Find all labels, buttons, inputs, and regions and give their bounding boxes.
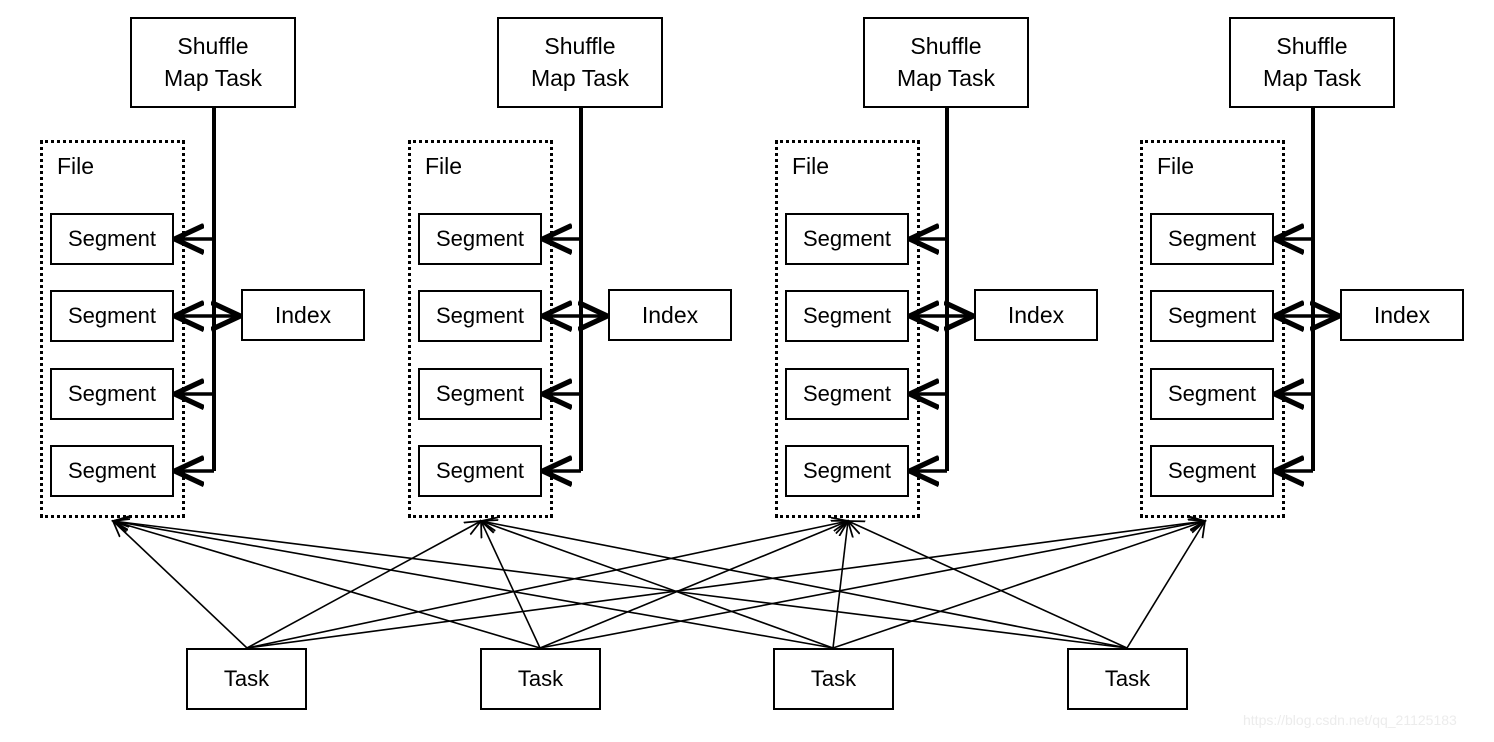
index-box-2[interactable]: Index bbox=[608, 289, 732, 341]
index-label: Index bbox=[641, 301, 699, 328]
segment-box-3-3[interactable]: Segment bbox=[785, 368, 909, 420]
map-task-line-1: Shuffle bbox=[544, 32, 616, 59]
map-task-line-1: Shuffle bbox=[910, 32, 982, 59]
fetch-line-task2-to-file2 bbox=[481, 521, 541, 649]
shuffle-map-task-box-2[interactable]: Shuffle Map Task bbox=[497, 17, 663, 108]
task-box-4[interactable]: Task bbox=[1067, 648, 1188, 710]
map-task-line-2: Map Task bbox=[163, 64, 262, 91]
segment-box-4-4[interactable]: Segment bbox=[1150, 445, 1274, 497]
fetch-line-task3-to-file2 bbox=[481, 521, 834, 649]
map-task-line-2: Map Task bbox=[896, 64, 995, 91]
segment-box-4-2[interactable]: Segment bbox=[1150, 290, 1274, 342]
index-label: Index bbox=[274, 301, 332, 328]
index-box-3[interactable]: Index bbox=[974, 289, 1098, 341]
task-box-1[interactable]: Task bbox=[186, 648, 307, 710]
segment-box-1-2[interactable]: Segment bbox=[50, 290, 174, 342]
fetch-line-task3-to-file3 bbox=[832, 521, 848, 649]
file-label: File bbox=[57, 153, 95, 179]
fetch-line-task1-to-file1 bbox=[113, 521, 248, 649]
index-label: Index bbox=[1007, 301, 1065, 328]
fetch-line-task3-to-file1 bbox=[113, 521, 834, 649]
segment-label: Segment bbox=[67, 303, 157, 328]
fetch-line-task4-to-file2 bbox=[481, 521, 1128, 649]
fetch-line-task2-to-file3 bbox=[539, 521, 848, 649]
segment-label: Segment bbox=[1167, 458, 1257, 483]
fetch-line-task1-to-file4 bbox=[246, 521, 1205, 649]
segment-box-4-3[interactable]: Segment bbox=[1150, 368, 1274, 420]
segment-box-1-1[interactable]: Segment bbox=[50, 213, 174, 265]
index-label: Index bbox=[1373, 301, 1431, 328]
fetch-line-task4-to-file1 bbox=[113, 521, 1128, 649]
file-label: File bbox=[792, 153, 830, 179]
task-label: Task bbox=[517, 666, 564, 691]
segment-label: Segment bbox=[802, 226, 892, 251]
segment-label: Segment bbox=[435, 381, 525, 406]
segment-label: Segment bbox=[435, 458, 525, 483]
segment-label: Segment bbox=[1167, 381, 1257, 406]
segment-box-1-4[interactable]: Segment bbox=[50, 445, 174, 497]
fetch-line-task3-to-file4 bbox=[832, 521, 1205, 649]
file-label: File bbox=[1157, 153, 1195, 179]
segment-label: Segment bbox=[67, 226, 157, 251]
shuffle-map-task-box-4[interactable]: Shuffle Map Task bbox=[1229, 17, 1395, 108]
segment-box-2-3[interactable]: Segment bbox=[418, 368, 542, 420]
index-box-1[interactable]: Index bbox=[241, 289, 365, 341]
task-box-2[interactable]: Task bbox=[480, 648, 601, 710]
segment-box-1-3[interactable]: Segment bbox=[50, 368, 174, 420]
task-label: Task bbox=[810, 666, 857, 691]
segment-box-4-1[interactable]: Segment bbox=[1150, 213, 1274, 265]
segment-label: Segment bbox=[435, 303, 525, 328]
fetch-line-task4-to-file3 bbox=[848, 521, 1128, 649]
segment-label: Segment bbox=[1167, 226, 1257, 251]
segment-box-2-2[interactable]: Segment bbox=[418, 290, 542, 342]
map-task-line-1: Shuffle bbox=[177, 32, 249, 59]
fetch-line-task2-to-file4 bbox=[539, 521, 1205, 649]
segment-label: Segment bbox=[802, 303, 892, 328]
fetch-line-task4-to-file4 bbox=[1126, 521, 1205, 649]
segment-label: Segment bbox=[435, 226, 525, 251]
segment-label: Segment bbox=[802, 381, 892, 406]
map-task-line-1: Shuffle bbox=[1276, 32, 1348, 59]
watermark-text: https://blog.csdn.net/qq_21125183 bbox=[1243, 712, 1457, 728]
segment-box-3-4[interactable]: Segment bbox=[785, 445, 909, 497]
task-label: Task bbox=[223, 666, 270, 691]
index-box-4[interactable]: Index bbox=[1340, 289, 1464, 341]
task-label: Task bbox=[1104, 666, 1151, 691]
fetch-line-task1-to-file2 bbox=[246, 521, 481, 649]
map-task-line-2: Map Task bbox=[530, 64, 629, 91]
segment-label: Segment bbox=[802, 458, 892, 483]
map-task-line-2: Map Task bbox=[1262, 64, 1361, 91]
fetch-line-task1-to-file3 bbox=[246, 521, 848, 649]
fetch-line-task2-to-file1 bbox=[113, 521, 541, 649]
segment-box-3-1[interactable]: Segment bbox=[785, 213, 909, 265]
diagram-canvas: Shuffle Map Task File Segment Segment Segment… bbox=[0, 0, 1494, 742]
segment-box-3-2[interactable]: Segment bbox=[785, 290, 909, 342]
segment-label: Segment bbox=[67, 381, 157, 406]
segment-label: Segment bbox=[1167, 303, 1257, 328]
segment-label: Segment bbox=[67, 458, 157, 483]
segment-box-2-1[interactable]: Segment bbox=[418, 213, 542, 265]
segment-box-2-4[interactable]: Segment bbox=[418, 445, 542, 497]
shuffle-map-task-box-1[interactable]: Shuffle Map Task bbox=[130, 17, 296, 108]
task-fetch-lines bbox=[113, 521, 1205, 649]
task-box-3[interactable]: Task bbox=[773, 648, 894, 710]
file-label: File bbox=[425, 153, 463, 179]
shuffle-map-task-box-3[interactable]: Shuffle Map Task bbox=[863, 17, 1029, 108]
